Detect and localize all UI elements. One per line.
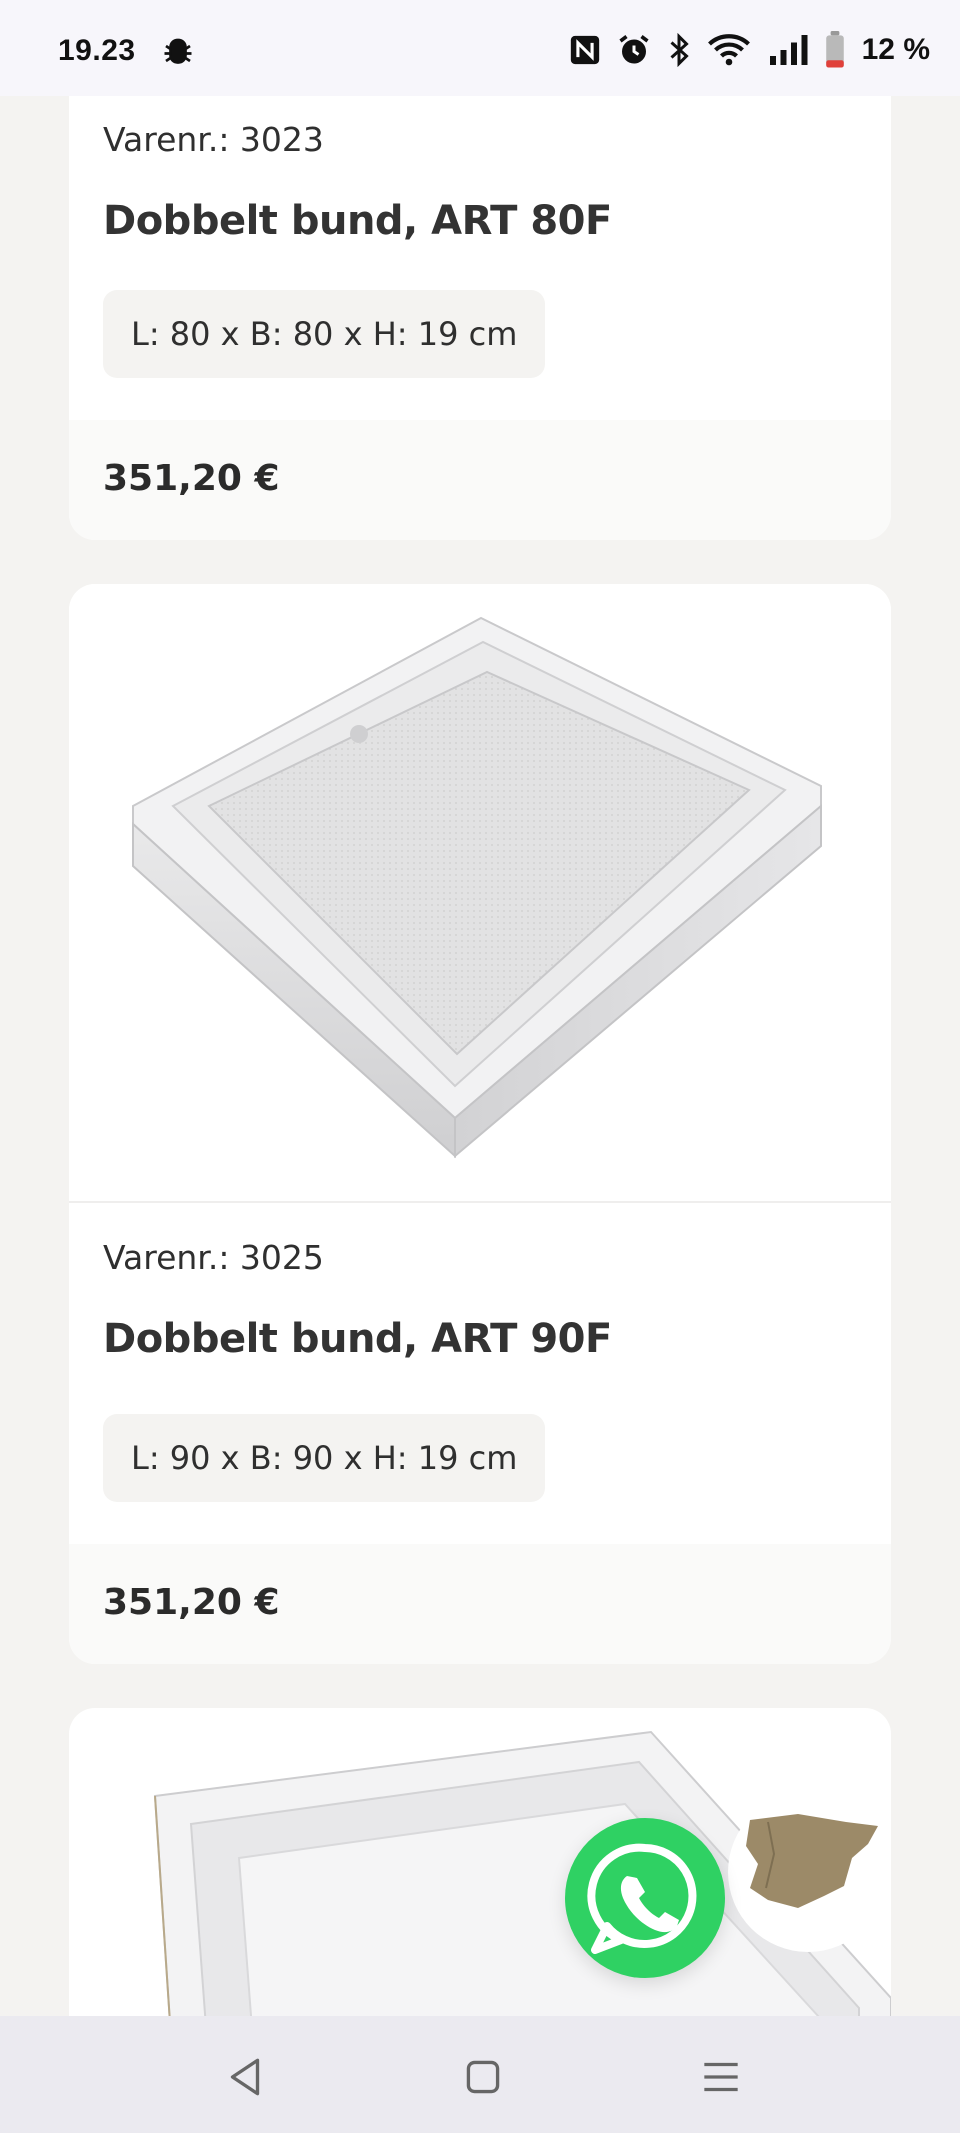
product-title[interactable]: Dobbelt bund, ART 90F bbox=[103, 1316, 857, 1362]
bug-icon bbox=[164, 38, 192, 64]
wifi-icon bbox=[707, 34, 750, 66]
whatsapp-button[interactable] bbox=[565, 1818, 725, 1978]
product-image[interactable] bbox=[69, 584, 891, 1203]
price-bar: 351,20 € bbox=[69, 420, 891, 540]
price-bar: 351,20 € bbox=[69, 1544, 891, 1664]
language-flag-button[interactable] bbox=[728, 1792, 888, 1952]
status-time: 19.23 bbox=[58, 34, 136, 67]
nfc-icon bbox=[570, 35, 599, 65]
battery-icon bbox=[825, 31, 844, 68]
bluetooth-icon bbox=[670, 32, 689, 68]
signal-icon bbox=[769, 35, 808, 65]
whatsapp-icon bbox=[587, 1843, 697, 1954]
dimensions-badge: L: 80 x B: 80 x H: 19 cm bbox=[103, 290, 546, 378]
item-number: Varenr.: 3023 bbox=[103, 120, 324, 159]
battery-text: 12 % bbox=[861, 33, 930, 66]
navigation-bar bbox=[0, 2016, 960, 2133]
home-icon[interactable] bbox=[458, 2052, 508, 2102]
price: 351,20 € bbox=[103, 458, 280, 499]
alarm-icon bbox=[619, 35, 649, 64]
price: 351,20 € bbox=[103, 1582, 280, 1623]
dimensions-badge: L: 90 x B: 90 x H: 19 cm bbox=[103, 1414, 546, 1502]
recents-icon[interactable] bbox=[696, 2052, 746, 2102]
spain-map-icon bbox=[746, 1814, 878, 1908]
back-icon[interactable] bbox=[220, 2052, 270, 2102]
item-number: Varenr.: 3025 bbox=[103, 1238, 324, 1277]
product-card[interactable]: Varenr.: 3025 Dobbelt bund, ART 90F L: 9… bbox=[69, 584, 891, 1664]
status-bar: 19.23 12 % bbox=[0, 0, 960, 96]
product-title[interactable]: Dobbelt bund, ART 80F bbox=[103, 198, 857, 244]
product-card[interactable]: Varenr.: 3023 Dobbelt bund, ART 80F L: 8… bbox=[69, 70, 891, 540]
